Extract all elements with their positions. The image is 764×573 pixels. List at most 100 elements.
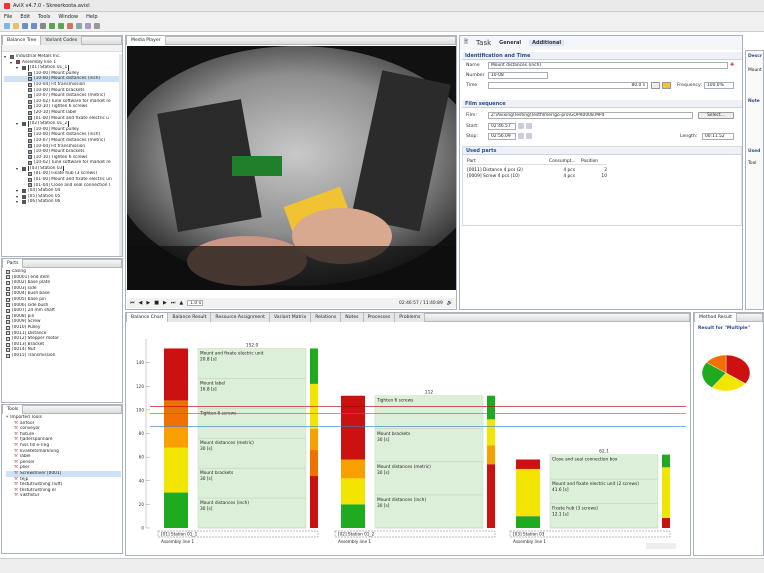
expand-icon[interactable]: ▾	[16, 199, 20, 205]
balance-chart[interactable]: 0 20 40 60 80 100 120 140 152.0 Mount distances (…	[126, 323, 690, 555]
step-back-icon[interactable]: ◀	[139, 300, 143, 306]
tab-parts[interactable]: Parts	[3, 259, 24, 268]
print-icon[interactable]	[40, 23, 46, 29]
redo-icon[interactable]	[58, 23, 64, 29]
tab-balance-result[interactable]: Balance Result	[168, 313, 212, 322]
tab-processes[interactable]: Processes	[363, 313, 396, 322]
tab-notes[interactable]: Notes	[341, 313, 364, 322]
tab-additional[interactable]: Additional	[529, 40, 565, 46]
task-label[interactable]: Mount and fixate electric unit (2 screws…	[552, 481, 639, 487]
task-label[interactable]: Tighten 6 screws	[376, 398, 414, 404]
task-label[interactable]: Mount brackets	[200, 470, 234, 476]
column-header[interactable]: Consumpt...	[549, 159, 581, 164]
goto-stop-icon[interactable]	[526, 133, 532, 139]
part-icon	[6, 269, 10, 274]
tab-variant-codes[interactable]: Variant Codes	[41, 36, 83, 45]
time-warning-icon[interactable]	[662, 82, 671, 89]
task-label[interactable]: Mount brackets	[377, 431, 411, 437]
pause-icon[interactable]: ■	[154, 300, 159, 306]
play-icon[interactable]: ▶	[146, 300, 150, 306]
cut-icon[interactable]	[67, 23, 73, 29]
time-readout: 02:46:57 / 11:40:89	[399, 300, 443, 306]
settings-icon[interactable]	[94, 23, 100, 29]
station-stack-segment	[164, 426, 188, 448]
set-stop-icon[interactable]	[518, 133, 524, 139]
goto-start-icon[interactable]	[526, 123, 532, 129]
tree-node[interactable]: ▾ [06] Station 06	[4, 199, 120, 205]
menu-item-window[interactable]: Window	[58, 14, 78, 20]
time-field[interactable]: 80.0 s	[488, 82, 648, 89]
paste-icon[interactable]	[85, 23, 91, 29]
step-forward-icon[interactable]: ▶	[163, 300, 167, 306]
tab-tools[interactable]: Tools	[3, 405, 24, 414]
task-label[interactable]: Mount distances (metric)	[200, 440, 254, 446]
frequency-field[interactable]: 100.0%	[704, 82, 734, 89]
tab-resource-assignment[interactable]: Resource Assignment	[211, 313, 270, 322]
expand-icon[interactable]: ▾	[16, 65, 20, 71]
menu-item-tools[interactable]: Tools	[38, 14, 50, 20]
menu-item-edit[interactable]: Edit	[20, 14, 30, 20]
tab-problems[interactable]: Problems	[395, 313, 426, 322]
tab-method-result[interactable]: Method Result	[695, 313, 737, 322]
tab-media-player[interactable]: Media Player	[127, 36, 166, 45]
skip-forward-icon[interactable]: ⏭	[171, 300, 176, 306]
tab-label: Balance Result	[172, 315, 207, 320]
task-label[interactable]: Close and seal connection box	[552, 457, 618, 463]
column-header[interactable]: Position	[581, 159, 607, 164]
video-frame[interactable]	[127, 46, 456, 290]
part-icon	[6, 342, 10, 347]
tab-label: Variant Matrix	[273, 315, 307, 320]
menu-item-help[interactable]: Help	[86, 14, 97, 20]
tab-variant-matrix[interactable]: Variant Matrix	[269, 313, 312, 322]
tab-label: Problems	[399, 315, 421, 320]
open-icon[interactable]	[13, 23, 19, 29]
speed-select[interactable]: 1.0 x	[187, 300, 204, 306]
task-label[interactable]: Mount distances (inch)	[377, 497, 426, 503]
chart-scroll-controls[interactable]	[646, 543, 676, 549]
task-label[interactable]: Mount and fixate electric unit	[200, 350, 264, 356]
save-all-icon[interactable]	[31, 23, 37, 29]
task-label[interactable]: Fixate hub (3 screws)	[552, 506, 598, 512]
time-calc-icon[interactable]	[651, 82, 660, 89]
skip-back-icon[interactable]: ⏮	[130, 300, 135, 306]
new-icon[interactable]	[4, 23, 10, 29]
task-time: 30 [s]	[377, 470, 390, 476]
task-time: 20.8 [s]	[200, 356, 217, 362]
set-start-icon[interactable]	[518, 123, 524, 129]
save-icon[interactable]	[22, 23, 28, 29]
select-film-button[interactable]: Select...	[698, 112, 734, 119]
station-stack-segment	[341, 395, 365, 460]
part-item[interactable]: [0015] Transmission	[6, 353, 121, 359]
undo-icon[interactable]	[49, 23, 55, 29]
volume-icon[interactable]: 🔊	[447, 300, 456, 306]
part-icon	[6, 336, 10, 341]
film-path-field[interactable]: Z:\Avixing\Testing\Testfilmer\go-pro\GOP…	[488, 112, 693, 119]
task-label[interactable]: Mount label	[200, 380, 225, 386]
part-icon	[6, 292, 10, 297]
used-part-row[interactable]: [0009] Screw 4 pcs (10) 4 pcs 10	[467, 173, 607, 179]
tab-general[interactable]: General	[499, 40, 521, 46]
tab-relations[interactable]: Relations	[311, 313, 342, 322]
name-field[interactable]: Mount distances (inch)	[488, 62, 728, 69]
expand-icon[interactable]: ▾	[10, 60, 14, 66]
used-part-row[interactable]: [0011] Distance 4 pcs (2) 4 pcs 2	[467, 167, 607, 173]
expand-icon[interactable]: ▾	[16, 121, 20, 127]
tree-scrollbar[interactable]	[119, 54, 122, 256]
expand-icon[interactable]: ▾	[16, 166, 20, 172]
copy-icon[interactable]	[76, 23, 82, 29]
start-field[interactable]: 02:46.57	[488, 123, 516, 130]
eject-icon[interactable]: ▲	[179, 300, 183, 306]
tab-balance-tree[interactable]: Balance Tree	[3, 36, 42, 45]
menu-item-file[interactable]: File	[4, 14, 12, 20]
column-header[interactable]: Part	[467, 159, 549, 164]
tab-label: Processes	[367, 315, 391, 320]
task-label[interactable]: Mount distances (inch)	[200, 500, 249, 506]
tab-label: Balance Tree	[7, 38, 37, 43]
stop-field[interactable]: 02:56.09	[488, 133, 516, 140]
tab-balance-chart[interactable]: Balance Chart	[127, 313, 169, 322]
flag-icon[interactable]: ✚	[730, 62, 734, 68]
task-label[interactable]: Mount distances (metric)	[377, 464, 431, 470]
expand-icon[interactable]: ▾	[4, 54, 8, 60]
tool-item[interactable]: ⚒ viktfixtur	[6, 493, 121, 499]
number-field[interactable]: 10-08	[488, 72, 548, 79]
